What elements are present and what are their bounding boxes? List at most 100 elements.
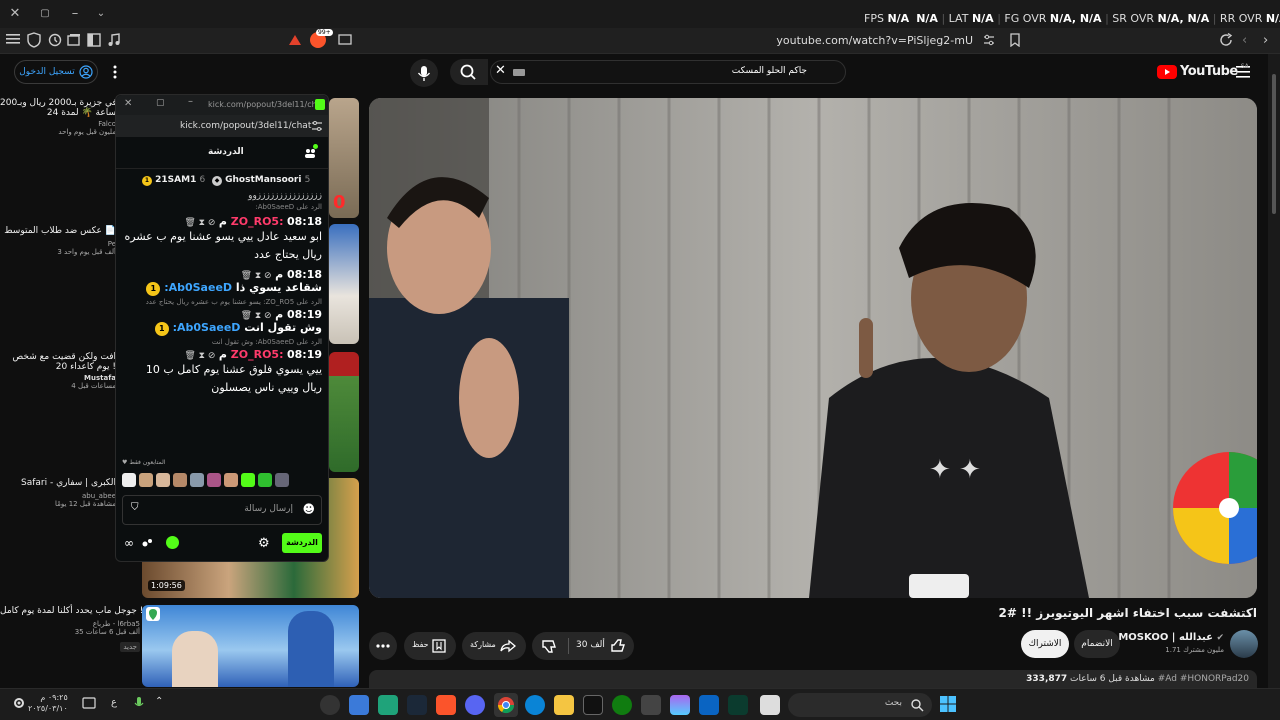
tray-expand-icon[interactable]: ⌃ xyxy=(155,696,163,707)
search-input[interactable]: جاكم الحلو المسكت ✕ xyxy=(490,60,846,84)
app-icon[interactable] xyxy=(378,695,398,715)
language-indicator[interactable]: ع xyxy=(111,697,117,708)
emote-icon[interactable] xyxy=(156,473,170,487)
tabs-icon[interactable] xyxy=(67,33,81,47)
description-box[interactable]: 333,877 مشاهدة قبل 6 ساعات #Ad #HONORPad… xyxy=(369,670,1257,690)
voice-search-button[interactable] xyxy=(410,59,438,87)
chat-username[interactable]: ZO_RO5: xyxy=(231,348,284,361)
emote-icon[interactable] xyxy=(173,473,187,487)
task-view-icon[interactable] xyxy=(760,695,780,715)
chat-username[interactable]: Ab0SaeeD: xyxy=(173,321,241,334)
discord-icon[interactable] xyxy=(465,695,485,715)
shield-icon[interactable]: ⛉ xyxy=(131,502,139,513)
microphone-icon[interactable] xyxy=(134,696,144,710)
infinity-icon[interactable]: ∞ xyxy=(124,536,134,550)
dislike-button[interactable] xyxy=(532,632,568,660)
chevron-down-icon[interactable]: ⌄ xyxy=(90,3,112,25)
emote-icon[interactable] xyxy=(122,473,136,487)
video-player[interactable]: ✦ ✦ xyxy=(369,98,1257,598)
chat-close-icon[interactable]: ✕ xyxy=(124,98,132,109)
store-icon[interactable] xyxy=(641,695,661,715)
media-app-icon[interactable] xyxy=(320,695,340,715)
app-icon[interactable] xyxy=(583,695,603,715)
gear-icon[interactable]: ⚙ xyxy=(258,536,270,551)
rec-item[interactable]: افت ولكن قضيت مع شخص 20 يوم كاعداء ! Mus… xyxy=(0,352,116,390)
rec-thumbnail[interactable]: 0 xyxy=(329,98,359,218)
scrollbar-thumb[interactable] xyxy=(1272,74,1276,214)
join-button[interactable]: الانضمام xyxy=(1074,630,1120,658)
emoji-icon[interactable]: ☻ xyxy=(302,502,315,516)
page-scrollbar[interactable] xyxy=(1268,54,1280,688)
restore-window-icon[interactable]: ▢ xyxy=(34,3,56,25)
emote-icon[interactable] xyxy=(258,473,272,487)
clock[interactable]: ٠٩:٢٥ م ٢٠٢٥/٠٣/١٠ xyxy=(28,692,68,714)
more-options-icon[interactable] xyxy=(110,64,120,80)
chat-message[interactable]: 08:19 م ⊘ ⧗ 🗑 وش تقول انت Ab0SaeeD: 1 xyxy=(124,308,322,336)
site-settings-icon[interactable] xyxy=(983,34,995,46)
chat-address[interactable]: kick.com/popout/3del11/chat xyxy=(180,121,311,131)
rec-item[interactable]: عكس ضد طلاب المتوسط 📄 Pe 3 آلف قبل يوم و… xyxy=(0,226,116,256)
emote-icon[interactable] xyxy=(207,473,221,487)
mod-action-icons[interactable]: ⊘ ⧗ 🗑 xyxy=(241,271,272,281)
rec-item[interactable]: Safari - الكبرى | سفاري abu_abee مشاهدة … xyxy=(0,478,116,508)
emote-icon[interactable] xyxy=(190,473,204,487)
chat-message[interactable]: 08:18 م ⊘ ⧗ 🗑 شقاعد يسوي ذا Ab0SaeeD: 1 xyxy=(124,268,322,296)
mail-icon[interactable] xyxy=(699,695,719,715)
rec-item[interactable]: في جزيرة بـ2000 ريال وبـ200 ساعة 🌴 لمدة … xyxy=(0,98,117,136)
music-icon[interactable] xyxy=(107,33,121,47)
reload-icon[interactable] xyxy=(1219,33,1233,47)
chrome-active-icon[interactable] xyxy=(494,693,518,717)
settings-gear-icon[interactable] xyxy=(12,696,26,710)
forward-icon[interactable]: › xyxy=(1263,33,1268,48)
share-button[interactable]: مشاركة xyxy=(462,632,526,660)
history-icon[interactable] xyxy=(48,33,62,47)
clear-search-icon[interactable]: ✕ xyxy=(495,63,506,78)
chat-settings-icon[interactable] xyxy=(311,120,323,132)
like-button[interactable]: 30 ألف xyxy=(574,632,632,660)
brave-triangle-icon[interactable] xyxy=(288,33,302,47)
emote-icon[interactable] xyxy=(139,473,153,487)
channel-avatar[interactable] xyxy=(1230,630,1258,658)
points-icon[interactable] xyxy=(142,538,154,548)
brave-icon[interactable] xyxy=(436,695,456,715)
save-button[interactable]: حفظ xyxy=(404,632,456,660)
mod-action-icons[interactable]: ⊘ ⧗ 🗑 xyxy=(184,218,215,228)
steam-icon[interactable] xyxy=(407,695,427,715)
chat-maximize-icon[interactable]: ▢ xyxy=(156,98,165,108)
chat-username[interactable]: ZO_RO5: xyxy=(231,215,284,228)
brave-shields-icon[interactable]: 99+ xyxy=(310,29,333,48)
keyboard-icon[interactable] xyxy=(513,69,525,76)
users-icon[interactable] xyxy=(304,144,318,159)
rec-thumbnail[interactable] xyxy=(329,224,359,344)
emote-icon[interactable] xyxy=(224,473,238,487)
rec-thumbnail[interactable] xyxy=(142,605,359,687)
menu-icon[interactable] xyxy=(6,33,20,45)
chat-input[interactable]: إرسال رسالة ☻ ⛉ xyxy=(122,495,322,525)
search-button[interactable] xyxy=(450,59,488,85)
mod-action-icons[interactable]: ⊘ ⧗ 🗑 xyxy=(184,351,215,361)
app-icon[interactable] xyxy=(349,695,369,715)
close-window-icon[interactable]: ✕ xyxy=(4,3,26,25)
file-explorer-icon[interactable] xyxy=(554,695,574,715)
kick-coin-icon[interactable] xyxy=(166,536,179,549)
minimize-window-icon[interactable]: – xyxy=(64,3,86,25)
cast-icon[interactable] xyxy=(338,34,352,46)
bookmark-icon[interactable] xyxy=(1010,33,1020,47)
taskbar-search[interactable]: بحث xyxy=(788,693,932,717)
rec-thumbnail[interactable] xyxy=(329,352,359,472)
subscribe-button[interactable]: الاشتراك xyxy=(1021,630,1069,658)
chat-minimize-icon[interactable]: – xyxy=(188,96,193,107)
channel-name[interactable]: MOSKOO | عبدالله ✔ xyxy=(1118,632,1224,643)
more-actions-button[interactable] xyxy=(369,632,397,660)
chat-send-button[interactable]: الدردشة xyxy=(282,533,322,553)
sidebar-icon[interactable] xyxy=(87,33,101,47)
chat-message[interactable]: ZO_RO5: 08:18 م ⊘ ⧗ 🗑 ابو سعيد عادل ييي … xyxy=(124,215,322,264)
url-text[interactable]: youtube.com/watch?v=PiSljeg2-mU xyxy=(776,34,973,47)
rec-item[interactable]: جوجل ماب يحدد أكلنا لمدة يوم كامل !! طرب… xyxy=(0,606,147,652)
chat-message[interactable]: ZO_RO5: 08:19 م ⊘ ⧗ 🗑 ييي يسوي فلوق عشنا… xyxy=(124,348,322,397)
shield-icon[interactable] xyxy=(27,32,41,48)
chat-username[interactable]: Ab0SaeeD: xyxy=(164,281,232,294)
emote-icon[interactable] xyxy=(275,473,289,487)
copilot-icon[interactable] xyxy=(670,695,690,715)
windows-start-icon[interactable] xyxy=(940,696,956,712)
